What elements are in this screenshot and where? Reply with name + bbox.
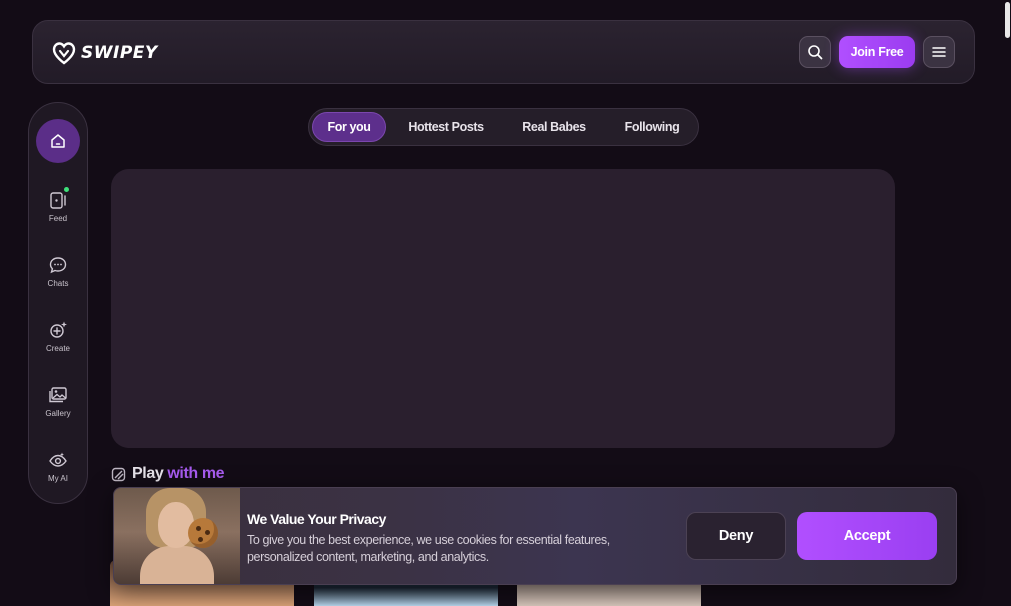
join-free-button[interactable]: Join Free [839, 36, 915, 68]
heart-logo-icon [52, 42, 76, 65]
menu-button[interactable] [923, 36, 955, 68]
side-navigation: Feed Chats Create Gallery My AI [28, 102, 88, 504]
sparkle-plus-icon [47, 319, 69, 341]
feed-tabs: For you Hottest Posts Real Babes Followi… [308, 108, 699, 146]
sidebar-item-label: Chats [47, 279, 69, 288]
home-icon [51, 134, 65, 148]
search-icon [808, 45, 823, 60]
sidebar-item-create[interactable]: Create [29, 319, 87, 369]
tab-following[interactable]: Following [610, 112, 694, 142]
chat-bubble-icon [47, 254, 69, 276]
accept-cookies-button[interactable]: Accept [797, 512, 937, 560]
eye-icon [47, 449, 69, 471]
cookie-consent-image [114, 488, 240, 584]
deny-cookies-button[interactable]: Deny [686, 512, 786, 560]
cookie-consent-banner: We Value Your Privacy To give you the be… [113, 487, 957, 585]
brand-name: SWIPEY [81, 43, 158, 63]
cookie-title: We Value Your Privacy [247, 511, 386, 527]
tab-hottest-posts[interactable]: Hottest Posts [394, 112, 498, 142]
sidebar-item-label: Feed [48, 214, 68, 223]
sidebar-item-label: My AI [47, 474, 68, 483]
new-activity-dot [64, 187, 69, 192]
scrollbar-thumb[interactable] [1005, 2, 1010, 38]
sidebar-item-chats[interactable]: Chats [29, 254, 87, 304]
feed-icon [47, 187, 69, 211]
sidebar-item-label: Create [45, 344, 70, 353]
play-stack-icon [111, 467, 126, 481]
top-header: SWIPEY Join Free [32, 20, 975, 84]
cookie-description: To give you the best experience, we use … [247, 533, 610, 564]
sidebar-item-feed[interactable]: Feed [29, 187, 87, 239]
brand-logo[interactable]: SWIPEY [51, 39, 158, 67]
section-title-part: Play [132, 465, 164, 482]
section-title-play-with-me: Play with me [111, 464, 225, 484]
search-button[interactable] [799, 36, 831, 68]
scrollbar-track[interactable] [1003, 0, 1011, 606]
cookie-icon [188, 518, 218, 548]
hamburger-menu-icon [932, 47, 946, 57]
tab-real-babes[interactable]: Real Babes [506, 112, 602, 142]
sidebar-item-label: Gallery [45, 409, 71, 418]
tab-for-you[interactable]: For you [312, 112, 386, 142]
sidebar-item-home[interactable] [36, 119, 80, 163]
sidebar-item-my-ai[interactable]: My AI [29, 449, 87, 499]
gallery-icon [47, 384, 69, 406]
section-title-accent: with me [167, 465, 225, 482]
sidebar-item-gallery[interactable]: Gallery [29, 384, 87, 434]
featured-banner-placeholder[interactable] [111, 169, 895, 448]
